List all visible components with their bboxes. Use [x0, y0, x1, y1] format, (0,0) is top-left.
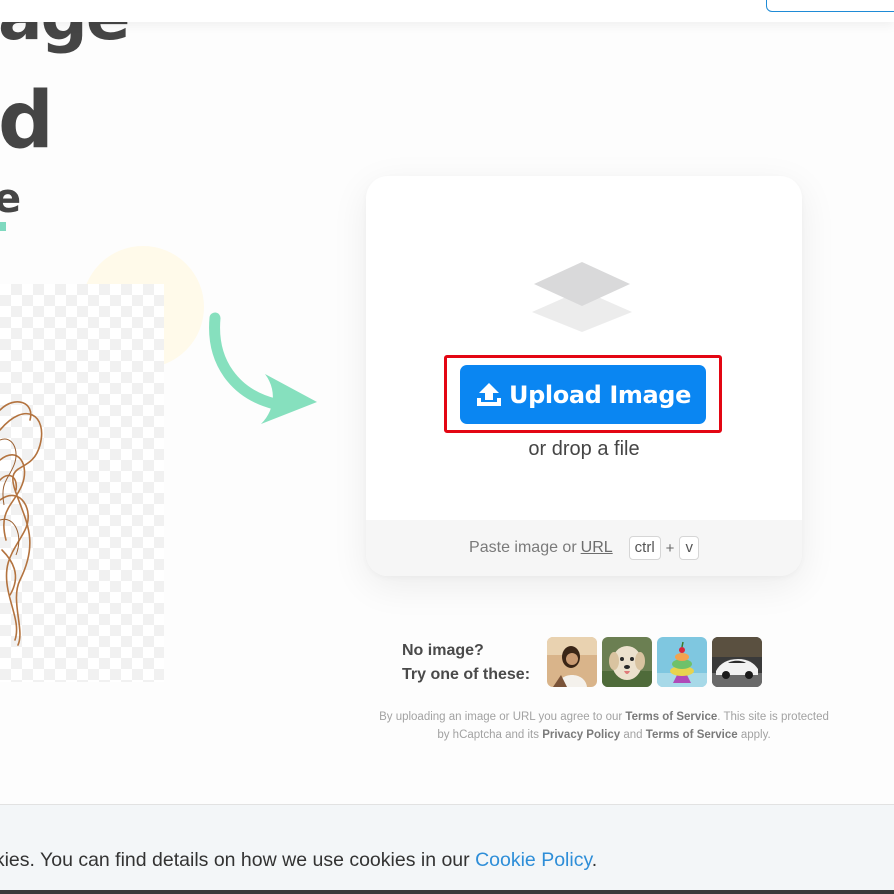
legal-notice: By uploading an image or URL you agree t… — [374, 708, 834, 744]
nav-button[interactable] — [766, 0, 894, 12]
window-bottom-edge — [0, 890, 894, 894]
privacy-policy-link[interactable]: Privacy Policy — [542, 729, 620, 741]
url-link[interactable]: URL — [581, 539, 613, 557]
layers-icon — [532, 262, 632, 332]
sample-thumbnail-car[interactable] — [712, 637, 762, 687]
upload-button-label: Upload Image — [509, 380, 691, 409]
cookie-period: . — [591, 849, 598, 871]
sample-dog-image — [602, 637, 652, 687]
sample-thumbnail-dog[interactable] — [602, 637, 652, 687]
sample-cake-image — [657, 637, 707, 687]
upload-image-button[interactable]: Upload Image — [460, 365, 706, 424]
v-key: v — [679, 536, 699, 560]
legal-text-4: apply. — [740, 729, 771, 741]
terms-of-service-link-2[interactable]: Terms of Service — [646, 729, 738, 741]
cookie-banner: okies. You can find details on how we us… — [0, 804, 894, 894]
sample-prompt-line-1: No image? — [402, 642, 484, 659]
subheadline-underline — [0, 222, 6, 231]
top-nav-bar — [0, 0, 894, 22]
paste-bar: Paste image or URL ctrl + v — [366, 520, 802, 576]
sample-car-image — [712, 637, 762, 687]
upload-card[interactable]: Upload Image or drop a file Paste image … — [366, 176, 802, 576]
sample-woman-image — [547, 637, 597, 687]
sample-thumbnail-cake[interactable] — [657, 637, 707, 687]
arrow-icon — [209, 312, 317, 424]
upload-icon — [477, 382, 502, 406]
legal-text-1: By uploading an image or URL you agree t… — [379, 711, 623, 723]
sample-thumbnail-woman[interactable] — [547, 637, 597, 687]
legal-text-3: and — [623, 729, 643, 741]
terms-of-service-link[interactable]: Terms of Service — [625, 711, 717, 723]
drop-file-text: or drop a file — [528, 438, 640, 460]
ctrl-key: ctrl — [628, 536, 661, 560]
cookie-message: okies. You can find details on how we us… — [0, 849, 597, 872]
sample-prompt: No image? Try one of these: — [402, 639, 530, 687]
cookie-text: okies. You can find details on how we us… — [0, 849, 470, 871]
hero-subheadline: e — [0, 176, 22, 222]
sample-prompt-line-2: Try one of these: — [402, 666, 531, 683]
cookie-policy-link[interactable]: Cookie Policy — [475, 849, 592, 871]
demo-hair-illustration — [0, 401, 43, 646]
plus-sign: + — [665, 539, 675, 557]
hero-headline-line-2: d — [0, 76, 54, 166]
paste-text: Paste image or — [469, 539, 577, 556]
